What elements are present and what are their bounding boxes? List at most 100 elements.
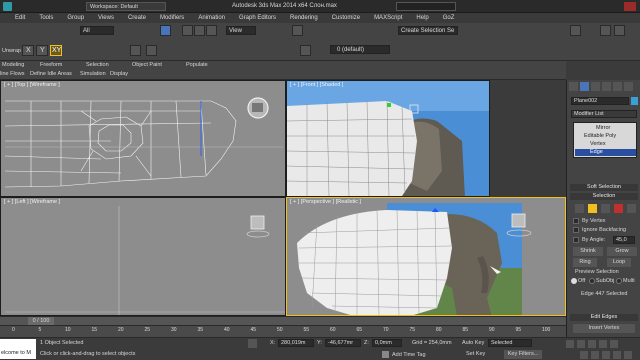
previous-frame-icon[interactable] — [577, 340, 585, 348]
menu-item-views[interactable]: Views — [91, 13, 121, 23]
menu-item-help[interactable]: Help — [409, 13, 435, 23]
next-frame-icon[interactable] — [599, 340, 607, 348]
grow-button[interactable]: Grow — [607, 247, 637, 256]
go-to-start-icon[interactable] — [566, 340, 574, 348]
snap-toggle-icon[interactable] — [292, 25, 303, 36]
maxscript-listener[interactable]: elcome to M — [0, 339, 36, 359]
ribbon-tab-modeling[interactable]: Modeling — [2, 62, 24, 68]
move-icon[interactable] — [182, 25, 193, 36]
viewport-perspective[interactable]: [ + ] [Perspective ] [Realistic ] — [286, 197, 566, 316]
vertex-mode-icon[interactable] — [575, 204, 584, 213]
stack-item-vertex[interactable]: Vertex — [590, 141, 606, 147]
set-key-button[interactable]: Set Key — [466, 351, 485, 357]
modifier-list-dropdown[interactable]: Modifier List — [571, 110, 637, 118]
zoom-all-icon[interactable] — [591, 351, 599, 359]
modify-tab-icon[interactable] — [580, 82, 589, 91]
material-editor-icon[interactable] — [570, 25, 581, 36]
element-mode-icon[interactable] — [627, 204, 636, 213]
by-vertex-checkbox[interactable] — [573, 218, 579, 224]
app-logo[interactable] — [3, 2, 12, 11]
ribbon-tab-object-paint[interactable]: Object Paint — [132, 62, 162, 68]
soft-selection-rollout[interactable]: Soft Selection — [570, 184, 638, 191]
key-filters-button[interactable]: Key Filters... — [504, 350, 542, 359]
viewport-front[interactable]: [ + ] [Front ] [Shaded ] — [286, 80, 490, 197]
reference-coord-dropdown[interactable]: View — [226, 26, 256, 35]
ribbon-tab-populate[interactable]: Populate — [186, 62, 208, 68]
object-name-field[interactable]: Plane002 — [571, 97, 629, 105]
by-angle-checkbox[interactable] — [573, 237, 579, 243]
render-frame-icon[interactable] — [614, 25, 625, 36]
motion-tab-icon[interactable] — [602, 82, 611, 91]
viewport-perspective-label[interactable]: [ + ] [Perspective ] [Realistic ] — [290, 199, 361, 205]
preview-subobj-radio[interactable] — [589, 278, 595, 284]
auto-key-button[interactable]: Auto Key — [462, 340, 484, 346]
lock-selection-icon[interactable] — [248, 339, 257, 348]
by-angle-spinner[interactable]: 45,0 — [613, 236, 635, 244]
stack-item-edge[interactable]: Edge — [575, 149, 636, 156]
play-icon[interactable] — [588, 340, 596, 348]
menu-item-modifiers[interactable]: Modifiers — [153, 13, 191, 23]
ribbon-subtab-line-flows[interactable]: line Flows — [0, 71, 24, 77]
display-tab-icon[interactable] — [613, 82, 622, 91]
menu-item-animation[interactable]: Animation — [191, 13, 232, 23]
ring-button[interactable]: Ring — [573, 258, 597, 267]
z-coord-field[interactable]: 0,0mm — [372, 339, 402, 347]
utilities-tab-icon[interactable] — [624, 82, 633, 91]
viewport-left[interactable]: [ + ] [Left ] [Wireframe ] — [0, 197, 286, 316]
menu-item-graph-editors[interactable]: Graph Editors — [232, 13, 283, 23]
menu-item-create[interactable]: Create — [121, 13, 153, 23]
axis-y-button[interactable]: Y — [36, 45, 48, 56]
orbit-icon[interactable] — [624, 351, 632, 359]
menu-item-edit[interactable]: Edit — [8, 13, 32, 23]
object-color-swatch[interactable] — [631, 97, 638, 105]
axis-xy-button[interactable]: XY — [50, 45, 62, 56]
loop-button[interactable]: Loop — [607, 258, 631, 267]
menu-item-customize[interactable]: Customize — [325, 13, 367, 23]
x-coord-field[interactable]: 280,019m — [278, 339, 314, 347]
viewcube-perspective-icon[interactable] — [511, 213, 526, 228]
render-icon[interactable] — [600, 25, 611, 36]
viewport-front-label[interactable]: [ + ] [Front ] [Shaded ] — [290, 82, 343, 88]
named-selection-field[interactable]: Create Selection Se — [398, 26, 458, 35]
menu-item-maxscript[interactable]: MAXScript — [367, 13, 409, 23]
shrink-button[interactable]: Shrink — [573, 247, 603, 256]
track-bar[interactable]: 0 5 10 15 20 25 30 35 40 45 50 55 60 65 70 75 80 85 90 95 10… — [0, 325, 566, 337]
create-tab-icon[interactable] — [569, 82, 578, 91]
time-slider[interactable]: 0 / 100 — [0, 316, 566, 325]
ribbon-subtab-display[interactable]: Display — [110, 71, 128, 77]
frame-counter[interactable]: 0 / 100 — [28, 317, 54, 325]
mirror-icon[interactable] — [130, 45, 141, 56]
menu-item-goz[interactable]: GoZ — [436, 13, 462, 23]
viewcube-left-icon[interactable] — [250, 215, 265, 230]
ribbon-subtab-simulation[interactable]: Simulation — [80, 71, 106, 77]
scale-icon[interactable] — [206, 25, 217, 36]
viewport-top[interactable]: [ + ] [Top ] [Wireframe ] — [0, 80, 286, 197]
selection-filter-dropdown[interactable]: All — [80, 26, 114, 35]
polygon-mode-icon[interactable] — [614, 204, 623, 213]
edit-edges-rollout[interactable]: Edit Edges — [570, 314, 638, 321]
edge-mode-icon[interactable] — [588, 204, 597, 213]
menu-item-tools[interactable]: Tools — [32, 13, 60, 23]
rotate-icon[interactable] — [194, 25, 205, 36]
field-of-view-icon[interactable] — [602, 351, 610, 359]
layer-dropdown[interactable]: 0 (default) — [330, 45, 390, 54]
search-box[interactable] — [396, 2, 456, 11]
layer-manager-icon[interactable] — [300, 45, 311, 56]
selection-rollout[interactable]: Selection — [570, 193, 638, 200]
unwrap-label[interactable]: Unwrap — [2, 48, 21, 54]
hierarchy-tab-icon[interactable] — [591, 82, 600, 91]
pan-icon[interactable] — [613, 351, 621, 359]
menu-item-rendering[interactable]: Rendering — [283, 13, 325, 23]
border-mode-icon[interactable] — [601, 204, 610, 213]
preview-multi-radio[interactable] — [616, 278, 622, 284]
add-time-tag-icon[interactable] — [382, 351, 389, 358]
select-object-icon[interactable] — [160, 25, 171, 36]
go-to-end-icon[interactable] — [610, 340, 618, 348]
preview-off-radio[interactable] — [571, 278, 577, 284]
ignore-backfacing-checkbox[interactable] — [573, 227, 579, 233]
add-time-tag-label[interactable]: Add Time Tag — [392, 352, 426, 358]
menu-item-group[interactable]: Group — [60, 13, 91, 23]
key-mode-dropdown[interactable]: Selected — [488, 339, 532, 347]
align-icon[interactable] — [146, 45, 157, 56]
ribbon-tab-selection[interactable]: Selection — [86, 62, 109, 68]
